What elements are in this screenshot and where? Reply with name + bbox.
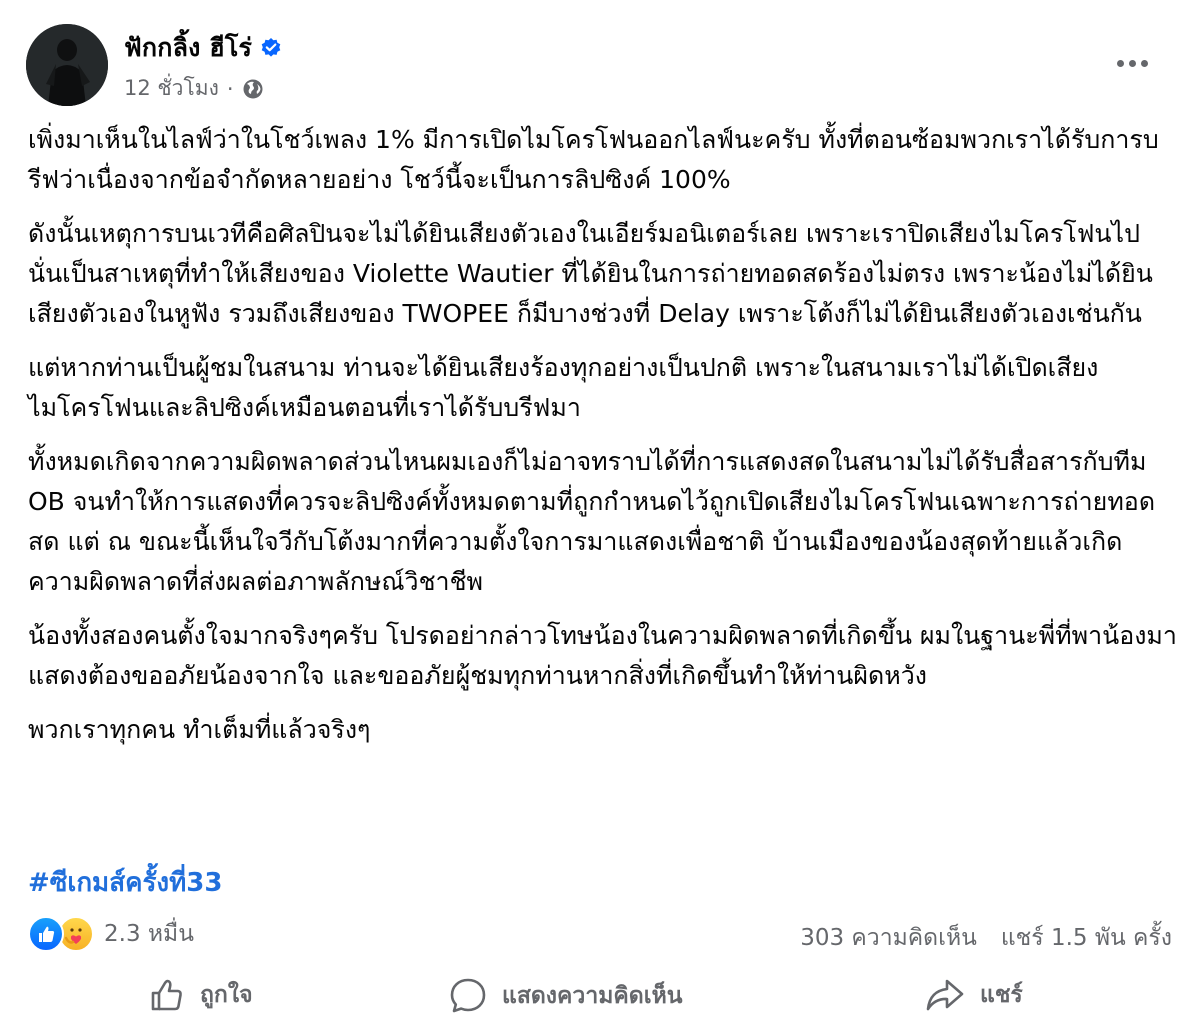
like-button[interactable]: ถูกใจ bbox=[148, 976, 253, 1014]
facebook-post: ฟักกลิ้ง ฮีโร่ 12 ชั่วโมง · เพิ่งมาเห็นใ… bbox=[0, 0, 1200, 1030]
like-icon bbox=[28, 916, 64, 952]
post-paragraph: ทั้งหมดเกิดจากความผิดพลาดส่วนไหนผมเองก็ไ… bbox=[28, 447, 1156, 596]
more-dot-icon bbox=[1128, 59, 1136, 67]
post-paragraph: เพิ่งมาเห็นในไลฟ์ว่าในโชว์เพลง 1% มีการเ… bbox=[28, 125, 1159, 194]
share-button[interactable]: แชร์ bbox=[924, 976, 1023, 1014]
globe-icon[interactable] bbox=[242, 78, 264, 100]
post-paragraph: น้องทั้งสองคนตั้งใจมากจริงๆครับ โปรดอย่า… bbox=[28, 621, 1177, 690]
comment-button[interactable]: แสดงความคิดเห็น bbox=[448, 976, 682, 1016]
more-options-button[interactable] bbox=[1110, 48, 1154, 78]
comment-bubble-icon bbox=[450, 978, 486, 1013]
share-arrow-icon bbox=[926, 979, 964, 1011]
author-row: ฟักกลิ้ง ฮีโร่ bbox=[124, 28, 282, 68]
like-label: ถูกใจ bbox=[200, 982, 253, 1008]
avatar-image bbox=[26, 24, 108, 106]
thumbs-up-icon bbox=[151, 979, 182, 1011]
post-meta: 12 ชั่วโมง · bbox=[124, 72, 264, 105]
post-stats: 303 ความคิดเห็น แชร์ 1.5 พัน ครั้ง bbox=[800, 920, 1172, 956]
reactions-summary[interactable]: 2.3 หมื่น bbox=[28, 916, 194, 952]
hashtag-link[interactable]: #ซีเกมส์ครั้งที่33 bbox=[28, 862, 222, 903]
post-paragraph: แต่หากท่านเป็นผู้ชมในสนาม ท่านจะได้ยินเส… bbox=[28, 353, 1099, 422]
meta-separator: · bbox=[226, 76, 234, 101]
author-name[interactable]: ฟักกลิ้ง ฮีโร่ bbox=[124, 28, 252, 68]
comments-count-link[interactable]: 303 ความคิดเห็น bbox=[800, 920, 977, 956]
post-body: เพิ่งมาเห็นในไลฟ์ว่าในโชว์เพลง 1% มีการเ… bbox=[28, 120, 1178, 764]
share-label: แชร์ bbox=[980, 982, 1023, 1008]
post-timestamp[interactable]: 12 ชั่วโมง bbox=[124, 72, 219, 105]
comment-label: แสดงความคิดเห็น bbox=[502, 983, 683, 1009]
more-dot-icon bbox=[1140, 59, 1148, 67]
shares-count-link[interactable]: แชร์ 1.5 พัน ครั้ง bbox=[1001, 920, 1172, 956]
post-paragraph: ดังนั้นเหตุการบนเวทีคือศิลปินจะไม่ได้ยิน… bbox=[28, 219, 1153, 328]
post-paragraph: พวกเราทุกคน ทำเต็มที่แล้วจริงๆ bbox=[28, 715, 371, 744]
action-bar: ถูกใจ แสดงความคิดเห็น แชร์ bbox=[0, 970, 1200, 1030]
reaction-count: 2.3 หมื่น bbox=[104, 921, 194, 947]
verified-badge-icon bbox=[260, 37, 282, 59]
more-dot-icon bbox=[1116, 59, 1124, 67]
avatar[interactable] bbox=[26, 24, 108, 106]
